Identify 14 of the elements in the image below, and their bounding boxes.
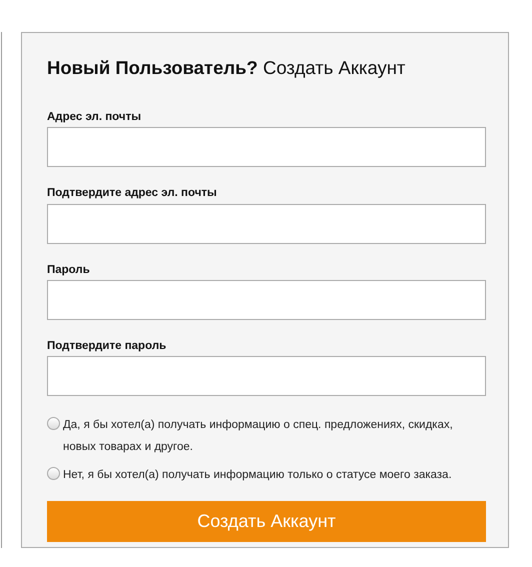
create-account-button[interactable]: Создать Аккаунт — [47, 501, 486, 542]
radio-button[interactable] — [47, 467, 60, 480]
option-label: Да, я бы хотел(а) получать информацию о спец. предложениях, скидках, новых товарах и другое. — [63, 418, 454, 456]
input-field[interactable] — [47, 127, 486, 168]
field-label: Пароль — [47, 262, 91, 278]
input-field[interactable] — [47, 204, 486, 244]
input-field[interactable] — [47, 356, 486, 396]
radio-button[interactable] — [47, 417, 60, 430]
option-label: Нет, я бы хотел(а) получать информацию только о статусе моего заказа. — [63, 468, 452, 484]
form-heading: Новый Пользователь? Создать Аккаунт — [47, 57, 406, 80]
field-label: Подтвердите пароль — [47, 338, 168, 354]
field-label: Адрес эл. почты — [47, 110, 142, 126]
field-label: Подтвердите адрес эл. почты — [47, 186, 218, 202]
input-field[interactable] — [47, 280, 486, 320]
